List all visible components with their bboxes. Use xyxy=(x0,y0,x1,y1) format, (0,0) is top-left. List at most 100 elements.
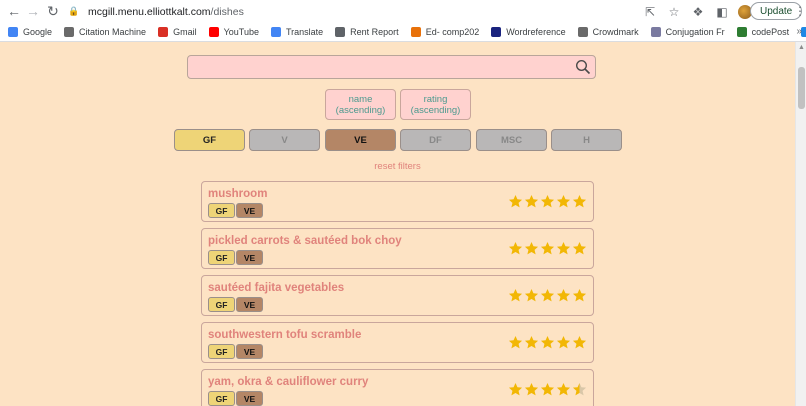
scroll-up-icon[interactable]: ▲ xyxy=(798,44,805,51)
tag-gf-badge: GF xyxy=(208,250,235,265)
star-icon xyxy=(508,194,523,208)
browser-toolbar: ← → ↻ 🔒 mcgill.menu.elliottkalt.com/dish… xyxy=(0,0,806,23)
star-icon xyxy=(508,288,523,302)
more-menu-icon[interactable]: ⋮ xyxy=(794,4,806,18)
bookmark-label: Gmail xyxy=(173,27,197,37)
tag-ve-badge: VE xyxy=(236,344,263,359)
bookmark-label: codePost xyxy=(751,27,790,37)
bookmarks-overflow-icon[interactable]: » xyxy=(796,26,802,37)
star-icon xyxy=(540,194,555,208)
dish-card[interactable]: sautéed fajita vegetables GF VE xyxy=(201,275,594,316)
bookmark-9[interactable]: Conjugation Fr xyxy=(650,27,725,37)
star-icon xyxy=(524,382,539,396)
sort-name-button[interactable]: name (ascending) xyxy=(325,89,396,120)
filter-h-button[interactable]: H xyxy=(551,129,622,151)
star-icon xyxy=(508,241,523,255)
page-scrollbar[interactable]: ▲ xyxy=(795,42,806,406)
side-panel-icon[interactable]: ◧ xyxy=(714,4,730,20)
dish-card[interactable]: southwestern tofu scramble GF VE xyxy=(201,322,594,363)
star-icon xyxy=(540,335,555,349)
star-icon xyxy=(524,194,539,208)
bookmark-label: YouTube xyxy=(223,27,259,37)
lock-icon: 🔒 xyxy=(68,6,80,16)
bookmark-1[interactable]: Citation Machine xyxy=(64,27,146,37)
bookmark-6[interactable]: Ed- comp202 xyxy=(410,27,480,37)
tag-ve-badge: VE xyxy=(236,250,263,265)
bookmark-2[interactable]: Gmail xyxy=(158,27,197,37)
bookmark-10[interactable]: codePost xyxy=(736,27,790,37)
tag-ve-badge: VE xyxy=(236,203,263,218)
filter-gf-button[interactable]: GF xyxy=(174,129,245,151)
codepost-icon xyxy=(736,27,747,37)
rating-stars xyxy=(508,382,587,397)
bookmark-label: Citation Machine xyxy=(79,27,147,37)
dish-name: pickled carrots & sautéed bok choy xyxy=(208,235,402,247)
citation-machine-icon xyxy=(64,27,75,37)
star-icon xyxy=(540,241,555,255)
bookmark-5[interactable]: Rent Report xyxy=(335,27,399,37)
reset-filters-link[interactable]: reset filters xyxy=(0,161,795,172)
share-icon[interactable]: ⇱ xyxy=(642,4,658,20)
star-icon xyxy=(508,335,523,349)
conjugation-icon xyxy=(650,27,661,37)
bookmark-7[interactable]: Wordreference xyxy=(491,27,566,37)
rating-stars xyxy=(508,288,587,303)
reload-icon[interactable]: ↻ xyxy=(42,0,64,22)
star-icon xyxy=(556,382,571,396)
rating-stars xyxy=(508,194,587,209)
sort-rating-label: rating (ascending) xyxy=(410,93,461,116)
star-icon xyxy=(524,241,539,255)
bookmark-star-icon[interactable]: ☆ xyxy=(666,4,682,20)
bookmarks-bar: Google Citation Machine Gmail YouTube Transl… xyxy=(0,23,806,42)
star-icon xyxy=(524,288,539,302)
bookmark-label: Ed- comp202 xyxy=(425,27,480,37)
bookmark-4[interactable]: Translate xyxy=(270,27,324,37)
search-input[interactable] xyxy=(187,55,596,79)
url-host: mcgill.menu.elliottkalt.com xyxy=(88,5,211,18)
filter-ve-button[interactable]: VE xyxy=(325,129,396,151)
star-icon xyxy=(540,382,555,396)
translate-icon xyxy=(270,27,281,37)
filter-v-button[interactable]: V xyxy=(249,129,320,151)
star-icon xyxy=(524,335,539,349)
tag-ve-badge: VE xyxy=(236,297,263,312)
star-icon xyxy=(556,288,571,302)
star-icon xyxy=(572,288,587,302)
bookmark-label: Rent Report xyxy=(350,27,399,37)
dish-card[interactable]: mushroom GF VE xyxy=(201,181,594,222)
sort-name-label: name (ascending) xyxy=(335,93,386,116)
star-icon xyxy=(508,382,523,396)
scroll-thumb[interactable] xyxy=(798,67,805,109)
bookmark-label: Wordreference xyxy=(506,27,566,37)
gmail-icon xyxy=(158,27,169,37)
star-icon xyxy=(572,194,587,208)
bookmark-8[interactable]: Crowdmark xyxy=(577,27,639,37)
star-icon xyxy=(572,382,587,396)
bookmark-0[interactable]: Google xyxy=(8,27,52,37)
search-icon[interactable] xyxy=(575,59,591,75)
crowdmark-icon xyxy=(577,27,588,37)
filter-msc-button[interactable]: MSC xyxy=(476,129,547,151)
bookmark-label: Google xyxy=(23,27,53,37)
youtube-icon xyxy=(208,27,219,37)
bookmark-3[interactable]: YouTube xyxy=(208,27,259,37)
dish-card[interactable]: pickled carrots & sautéed bok choy GF VE xyxy=(201,228,594,269)
address-bar[interactable]: 🔒 mcgill.menu.elliottkalt.com/dishes xyxy=(68,2,648,21)
dishes-page: name (ascending) rating (ascending) GF V V… xyxy=(0,42,795,406)
star-icon xyxy=(572,241,587,255)
star-icon xyxy=(556,194,571,208)
url-path: /dishes xyxy=(210,5,244,18)
filter-df-button[interactable]: DF xyxy=(400,129,471,151)
google-icon xyxy=(8,27,18,37)
extensions-puzzle-icon[interactable]: ❖ xyxy=(690,4,706,20)
star-icon xyxy=(556,241,571,255)
dish-card[interactable]: yam, okra & cauliflower curry GF VE xyxy=(201,369,594,406)
ed-icon xyxy=(410,27,421,37)
globe-icon xyxy=(335,27,346,37)
rating-stars xyxy=(508,335,587,350)
dish-name: sautéed fajita vegetables xyxy=(208,282,345,294)
tag-gf-badge: GF xyxy=(208,391,235,406)
bookmark-label: Translate xyxy=(285,27,324,37)
forward-arrow-icon[interactable]: → xyxy=(22,0,44,22)
sort-rating-button[interactable]: rating (ascending) xyxy=(400,89,471,120)
